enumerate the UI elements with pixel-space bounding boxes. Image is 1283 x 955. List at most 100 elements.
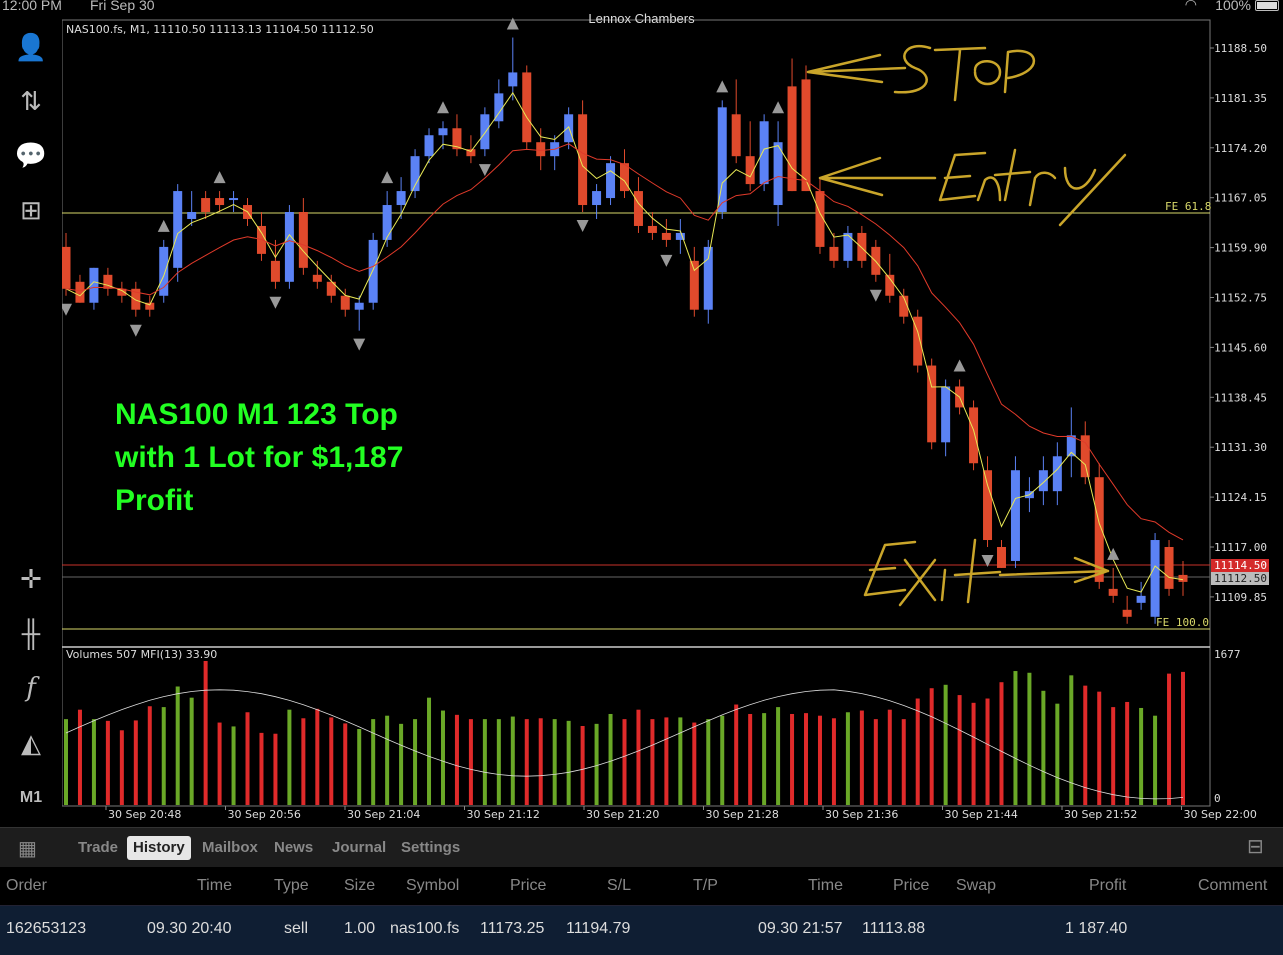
history-table-header: Order Time Type Size Symbol Price S/L T/… [0, 867, 1283, 905]
battery-icon [1255, 0, 1279, 11]
volume-bar [594, 723, 599, 805]
volume-bar [399, 723, 404, 805]
candle-body [354, 302, 364, 310]
time-label: 30 Sep 20:48 [108, 808, 181, 821]
volume-bar [706, 719, 711, 805]
candle-body [1122, 609, 1132, 617]
calendar-icon[interactable]: ▦ [18, 836, 44, 860]
volume-bar [943, 684, 948, 805]
volume-bar [524, 719, 529, 805]
cell-type: sell [284, 920, 309, 937]
price-label: 11109.85 [1214, 591, 1267, 604]
cell-close-time: 09.30 21:57 [758, 920, 843, 937]
volume-bar [105, 720, 110, 805]
annotation-line-3: Profit [115, 484, 194, 517]
volume-bar [454, 714, 459, 805]
layout-icon[interactable]: ⊟ [1247, 834, 1273, 860]
candle-body [857, 232, 867, 261]
cell-open-price: 11173.25 [480, 920, 545, 937]
volume-bar [915, 698, 920, 805]
volume-bar [734, 704, 739, 805]
volume-bar [91, 719, 96, 805]
candle-body [270, 260, 280, 282]
volume-min-label: 0 [1214, 792, 1221, 805]
volume-bar [217, 722, 222, 805]
crosshair-icon[interactable]: ✛ [12, 560, 50, 598]
price-label: 11124.15 [1214, 491, 1267, 504]
volume-bar [329, 717, 334, 805]
price-label: 11181.35 [1214, 92, 1267, 105]
price-label: 11152.75 [1214, 292, 1267, 305]
candle-body [829, 246, 839, 261]
col-symbol: Symbol [406, 877, 460, 894]
timeframe-button[interactable]: M1 [12, 779, 50, 817]
volume-bar [608, 713, 613, 805]
candle-body [996, 547, 1006, 568]
price-label: 11167.05 [1214, 192, 1267, 205]
time-label: 30 Sep 22:00 [1184, 808, 1257, 821]
candle-body [1164, 547, 1174, 589]
candle-body [941, 386, 951, 443]
tab-news[interactable]: News [268, 836, 319, 860]
volume-bar [1097, 691, 1102, 805]
volume-bar [566, 720, 571, 805]
volume-bar [468, 719, 473, 805]
col-type: Type [274, 877, 309, 894]
volume-bar [762, 713, 767, 805]
chat-icon[interactable]: 💬 [12, 136, 50, 174]
price-label: 11174.20 [1214, 142, 1267, 155]
candle-body [647, 225, 657, 233]
cell-symbol: nas100.fs [390, 920, 460, 937]
candle-body [564, 114, 574, 143]
volume-bar [748, 713, 753, 805]
time-label: 30 Sep 21:52 [1064, 808, 1137, 821]
ask-label: 11112.50 [1214, 572, 1267, 585]
cell-size: 1.00 [344, 920, 376, 937]
cell-close-price: 11113.88 [862, 920, 926, 937]
volume-bar [636, 709, 641, 805]
col-close-price: Price [893, 877, 930, 894]
candle-body [717, 107, 727, 213]
volume-max-label: 1677 [1214, 648, 1241, 661]
candle-body [592, 191, 602, 206]
volume-bar [873, 719, 878, 805]
volume-bar [804, 713, 809, 805]
candle-body [508, 72, 518, 87]
history-row[interactable]: 162653123 09.30 20:40 sell 1.00 nas100.f… [0, 905, 1283, 955]
price-label: 11131.30 [1214, 441, 1267, 454]
tab-mailbox[interactable]: Mailbox [196, 836, 264, 860]
volume-bar [385, 715, 390, 805]
tab-trade[interactable]: Trade [72, 836, 124, 860]
volume-bar [161, 707, 166, 805]
volume-bar [231, 726, 236, 805]
tab-journal[interactable]: Journal [326, 836, 392, 860]
volume-bar [1013, 671, 1018, 805]
tab-settings[interactable]: Settings [395, 836, 466, 860]
objects-icon[interactable]: ◭ [12, 724, 50, 762]
indicator-icon[interactable]: f [12, 669, 50, 707]
price-label: 11188.50 [1214, 42, 1267, 55]
bid-label: 11114.50 [1214, 559, 1267, 572]
candle-body [927, 365, 937, 443]
volume-bar [776, 707, 781, 805]
volume-bar [538, 718, 543, 805]
time-label: 30 Sep 21:04 [347, 808, 420, 821]
candle-body [1150, 540, 1160, 617]
candle-body [983, 470, 993, 541]
col-time: Time [197, 877, 232, 894]
account-icon[interactable]: 👤 [12, 28, 50, 66]
trade-arrows-icon[interactable]: ⇅ [12, 82, 50, 120]
window-title: Lennox Chambers [588, 11, 695, 26]
candlestick-icon[interactable]: ╫ [12, 614, 50, 652]
volume-bar [1125, 701, 1130, 805]
col-close-time: Time [808, 877, 843, 894]
volume-bar [371, 719, 376, 805]
tab-history[interactable]: History [127, 836, 191, 860]
candle-body [424, 135, 434, 157]
volume-bar [413, 719, 418, 805]
cell-open-time: 09.30 20:40 [147, 920, 232, 937]
volume-bar [357, 729, 362, 805]
new-document-icon[interactable]: ⊞ [12, 191, 50, 229]
candle-body [480, 114, 490, 150]
price-label: 11117.00 [1214, 541, 1267, 554]
